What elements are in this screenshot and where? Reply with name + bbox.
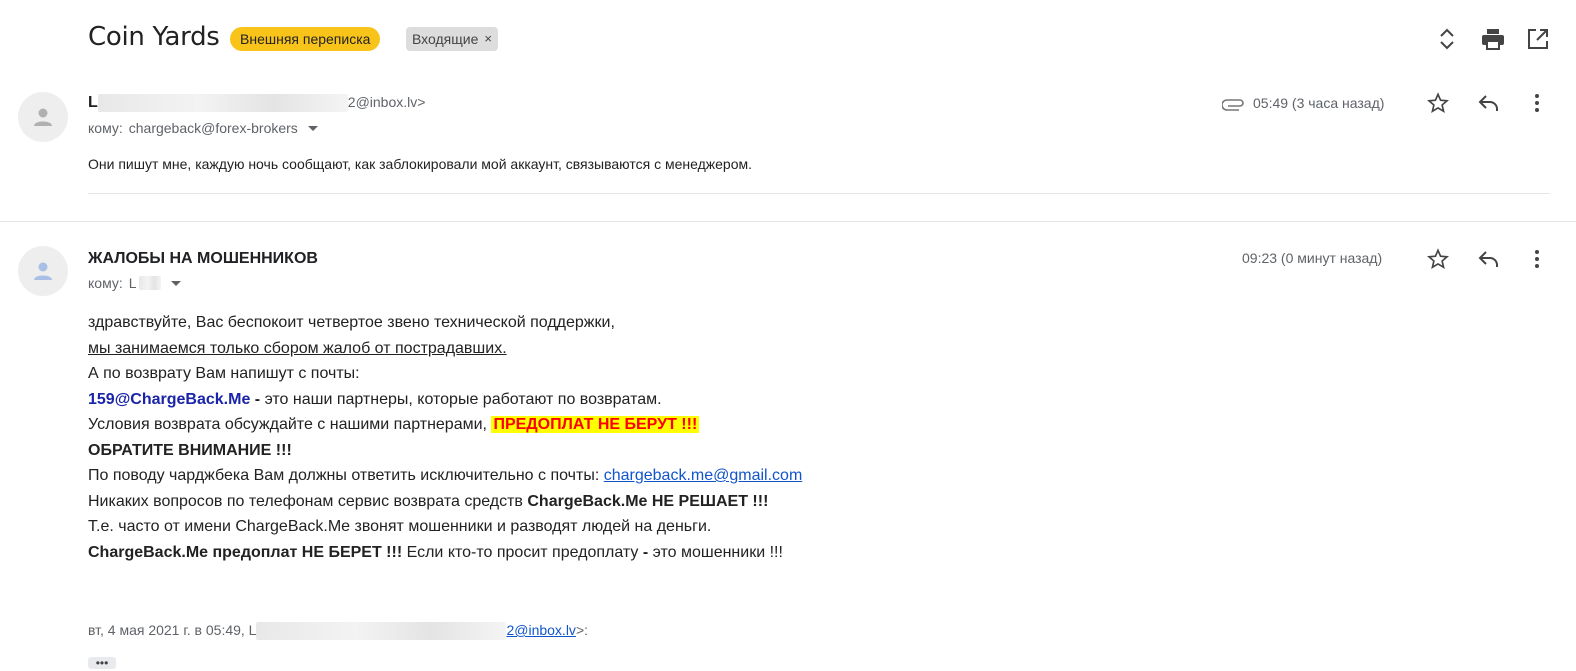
sender-name: ЖАЛОБЫ НА МОШЕННИКОВ: [88, 250, 318, 267]
body-line: ChargeBack.Me предоплат НЕ БЕРЕТ !!! Есл…: [88, 540, 802, 566]
message-time: 09:23 (0 минут назад): [1242, 250, 1383, 266]
label-inbox[interactable]: Входящие ×: [406, 27, 498, 51]
body-line: Никаких вопросов по телефонам сервис воз…: [88, 489, 802, 515]
highlighted-warning: ПРЕДОПЛАТ НЕ БЕРУТ !!!: [491, 416, 700, 433]
recipient-line: кому: L: [88, 275, 181, 291]
open-new-window-icon[interactable]: [1525, 26, 1551, 52]
body-text: По поводу чарджбека Вам должны ответить …: [88, 467, 604, 484]
recipient: chargeback@forex-brokers: [128, 120, 298, 136]
attachment-icon: [1221, 90, 1247, 116]
quote-date: вт, 4 мая 2021 г. в 05:49, L: [88, 622, 257, 638]
message-body: здравствуйте, Вас беспокоит четвертое зв…: [88, 310, 802, 565]
body-text: Если кто-то просит предоплату: [402, 543, 643, 561]
body-line: По поводу чарджбека Вам должны ответить …: [88, 463, 802, 489]
divider: [0, 221, 1576, 222]
star-icon[interactable]: [1425, 90, 1451, 116]
reply-icon[interactable]: [1475, 90, 1501, 116]
body-line: Т.е. часто от имени ChargeBack.Me звонят…: [88, 518, 712, 535]
label-inbox-text: Входящие: [412, 31, 479, 47]
redacted-sender: [97, 94, 348, 112]
email-link[interactable]: chargeback.me@gmail.com: [604, 467, 803, 484]
sender-initial: L: [88, 94, 98, 112]
bold-text: ChargeBack.Me НЕ РЕШАЕТ !!!: [527, 492, 769, 510]
quote-email-link[interactable]: 2@inbox.lv: [506, 622, 575, 638]
body-line: 159@ChargeBack.Me - это наши партнеры, к…: [88, 387, 802, 413]
show-details-chevron-icon[interactable]: [307, 125, 318, 131]
person-icon: [34, 108, 52, 126]
body-text: это мошенники !!!: [648, 543, 783, 561]
label-external-correspondence[interactable]: Внешняя переписка: [230, 27, 381, 51]
attention-heading: ОБРАТИТЕ ВНИМАНИЕ !!!: [88, 441, 292, 459]
to-label: кому:: [88, 275, 123, 291]
sender-name: L 2@inbox.lv>: [88, 94, 425, 112]
star-icon[interactable]: [1425, 246, 1451, 272]
partner-email[interactable]: 159@ChargeBack.Me: [88, 391, 250, 408]
body-text: это наши партнеры, которые работают по в…: [264, 390, 662, 408]
dash: -: [250, 390, 265, 408]
reply-icon[interactable]: [1475, 246, 1501, 272]
person-icon: [34, 262, 52, 280]
body-line: Условия возврата обсуждайте с нашими пар…: [88, 412, 802, 438]
avatar: [18, 92, 68, 142]
remove-label-icon[interactable]: ×: [484, 27, 492, 51]
message-time: 05:49 (3 часа назад): [1253, 95, 1385, 111]
quote-suffix: >:: [575, 622, 589, 638]
show-trimmed-content-button[interactable]: •••: [88, 657, 116, 669]
expand-collapse-icon[interactable]: [1434, 26, 1460, 52]
bold-text: ChargeBack.Me предоплат НЕ БЕРЕТ !!!: [88, 543, 403, 561]
more-options-icon[interactable]: [1524, 90, 1550, 116]
to-label: кому:: [88, 120, 123, 136]
body-line: здравствуйте, Вас беспокоит четвертое зв…: [88, 314, 615, 331]
quote-attribution: вт, 4 мая 2021 г. в 05:49, L 2@inbox.lv>:: [88, 622, 589, 641]
thread-subject: Coin Yards: [88, 22, 220, 52]
thread-header: Coin Yards Внешняя переписка Входящие ×: [0, 0, 1576, 80]
message-snippet[interactable]: Они пишут мне, каждую ночь сообщают, как…: [88, 156, 752, 172]
body-text: Условия возврата обсуждайте с нашими пар…: [88, 416, 492, 433]
print-icon[interactable]: [1480, 26, 1506, 52]
body-text: Никаких вопросов по телефонам сервис воз…: [88, 492, 528, 510]
body-line: А по возврату Вам напишут с почты:: [88, 365, 360, 382]
sender-email: 2@inbox.lv>: [347, 94, 426, 111]
body-line: мы занимаемся только сбором жалоб от пос…: [88, 339, 507, 357]
more-options-icon[interactable]: [1524, 246, 1550, 272]
divider: [88, 193, 1550, 194]
redacted-recipient: [138, 276, 161, 290]
avatar: [18, 246, 68, 296]
show-details-chevron-icon[interactable]: [170, 280, 181, 286]
recipient-line: кому: chargeback@forex-brokers: [88, 120, 318, 136]
redacted-quote-sender: [256, 622, 507, 641]
recipient: L: [128, 275, 137, 291]
